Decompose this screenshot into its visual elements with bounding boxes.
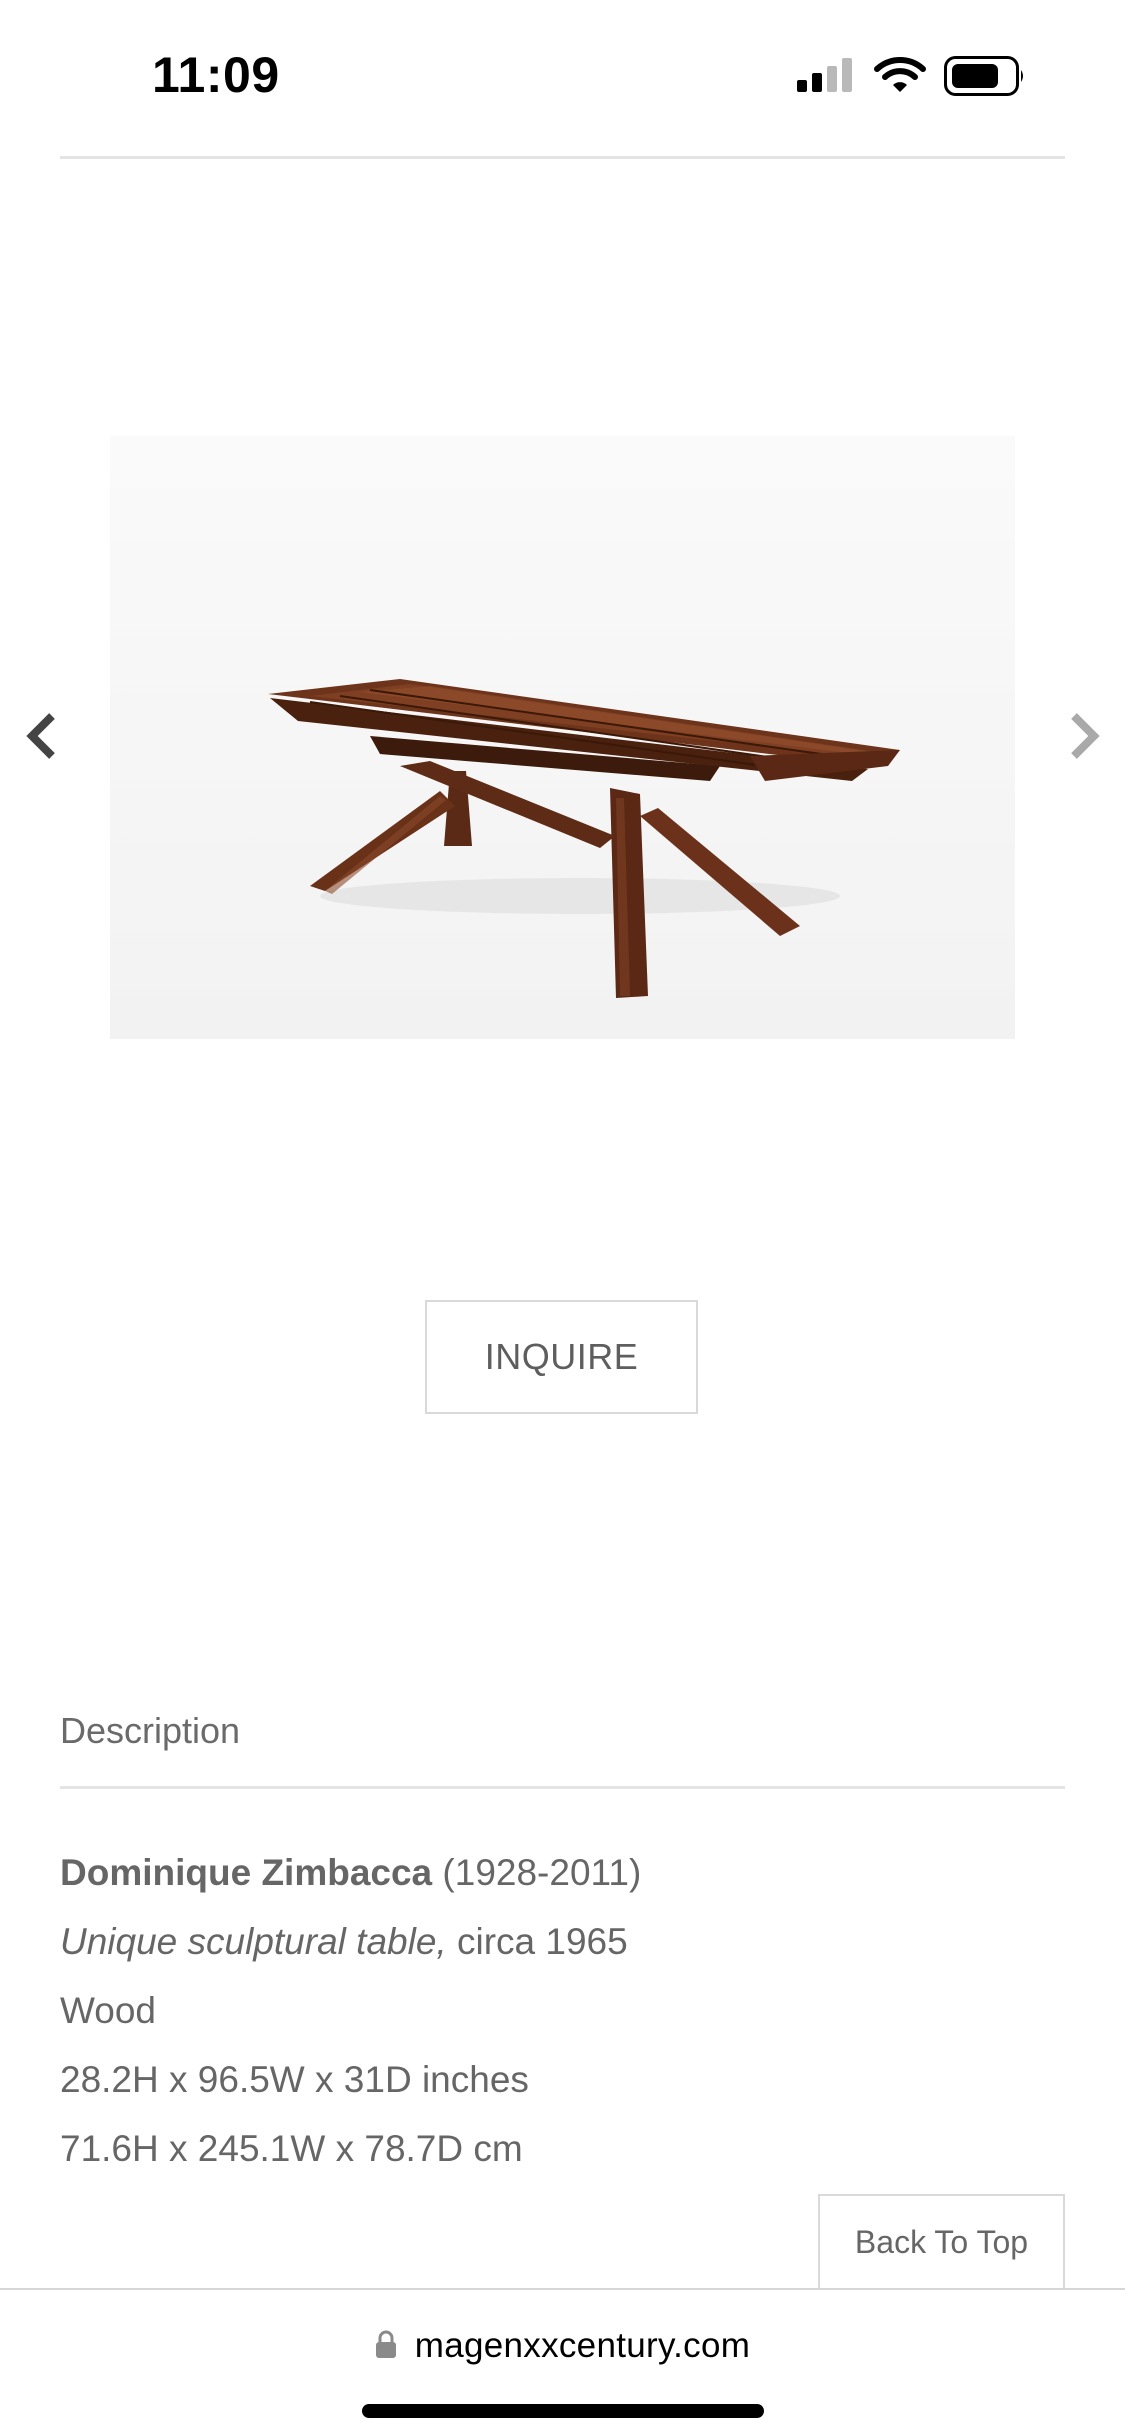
description-divider xyxy=(60,1786,1065,1789)
chevron-left-icon xyxy=(26,713,55,759)
browser-address-bar[interactable]: magenxxcentury.com xyxy=(0,2288,1125,2436)
inquire-button[interactable]: INQUIRE xyxy=(425,1300,698,1414)
material: Wood xyxy=(60,1990,156,2031)
home-indicator xyxy=(362,2404,764,2418)
description-heading: Description xyxy=(60,1710,241,1751)
top-divider xyxy=(60,156,1065,159)
lock-icon xyxy=(375,2329,397,2364)
wifi-icon xyxy=(874,56,926,99)
title-line: Unique sculptural table, circa 1965 xyxy=(60,1917,1060,1986)
battery-icon xyxy=(944,56,1026,101)
chevron-right-icon xyxy=(1071,713,1100,759)
artist-line: Dominique Zimbacca (1928-2011) xyxy=(60,1848,1060,1917)
work-title: Unique sculptural table, xyxy=(60,1921,447,1962)
work-date: circa 1965 xyxy=(446,1921,628,1962)
cellular-signal-icon xyxy=(797,58,857,97)
description-body: Dominique Zimbacca (1928-2011) Unique sc… xyxy=(60,1848,1060,2193)
status-bar: 11:09 xyxy=(0,0,1125,150)
dimensions-inches: 28.2H x 96.5W x 31D inches xyxy=(60,2059,529,2100)
product-image[interactable] xyxy=(110,436,1015,1039)
status-time: 11:09 xyxy=(152,47,280,103)
artist-name: Dominique Zimbacca xyxy=(60,1852,433,1893)
back-to-top-button[interactable]: Back To Top xyxy=(818,2194,1065,2290)
url-text[interactable]: magenxxcentury.com xyxy=(415,2326,750,2366)
url-container[interactable]: magenxxcentury.com xyxy=(0,2326,1125,2366)
previous-image-button[interactable] xyxy=(22,706,62,766)
next-image-button[interactable] xyxy=(1064,706,1104,766)
dimensions-cm: 71.6H x 245.1W x 78.7D cm xyxy=(60,2128,523,2169)
artist-dates: (1928-2011) xyxy=(432,1852,642,1893)
